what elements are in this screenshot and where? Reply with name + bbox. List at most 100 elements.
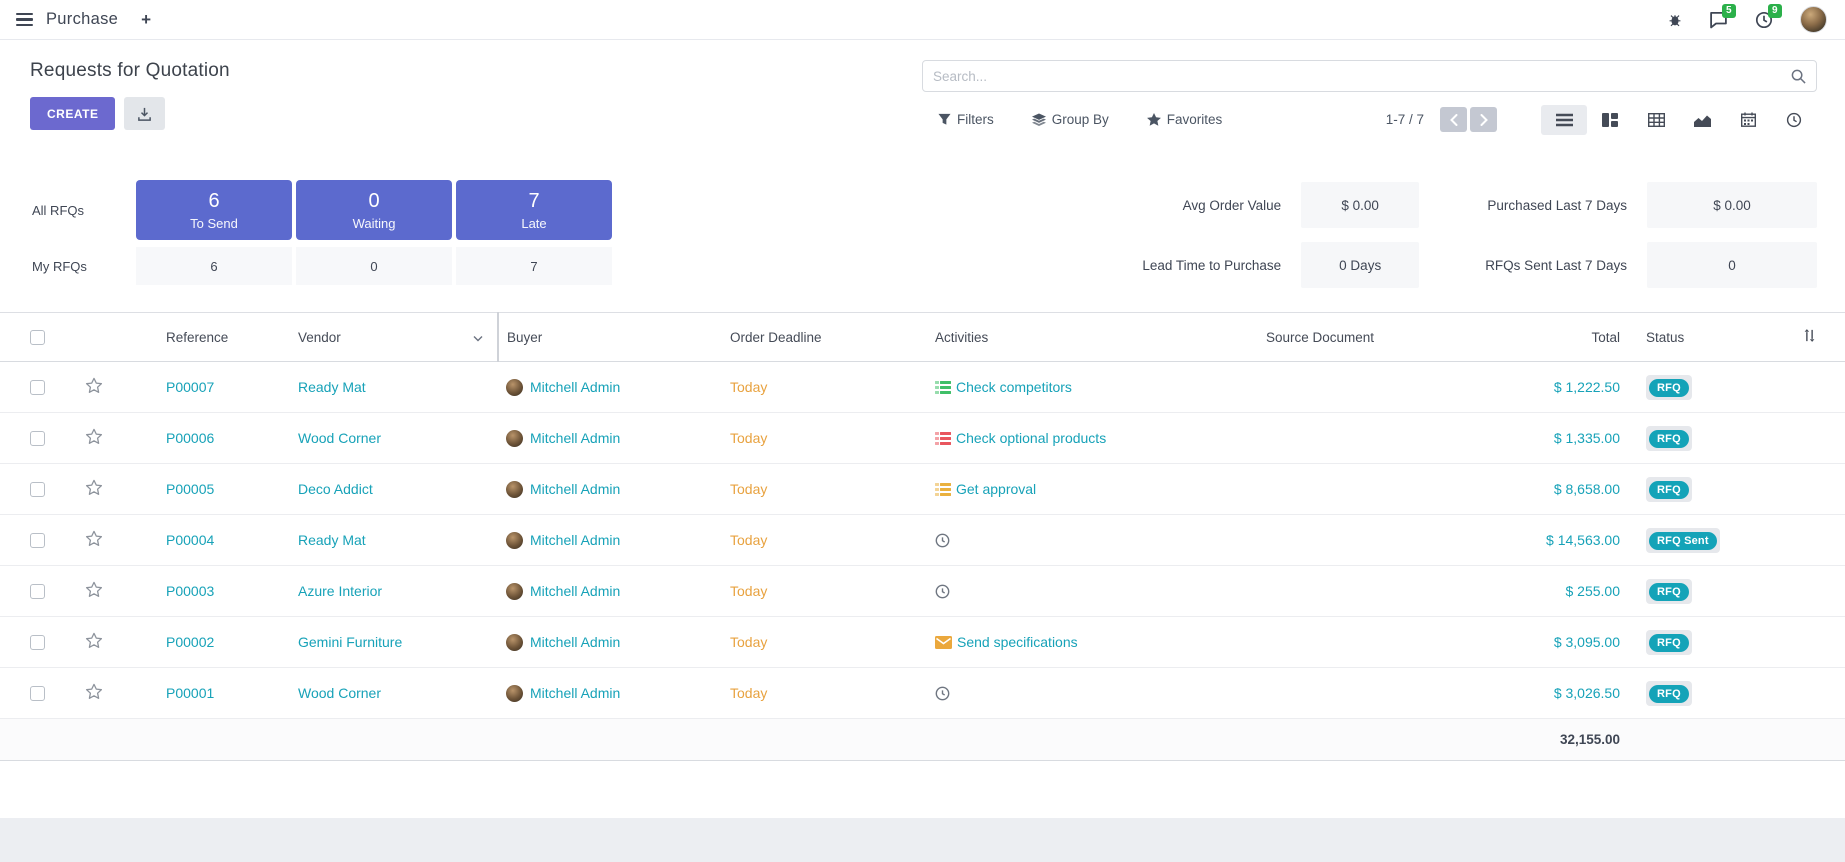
buyer-link[interactable]: Mitchell Admin	[530, 634, 620, 650]
graph-view-button[interactable]	[1679, 105, 1725, 135]
row-checkbox[interactable]	[30, 584, 45, 599]
vendor-link[interactable]: Deco Addict	[298, 481, 373, 497]
my-late-cell[interactable]: 7	[456, 247, 612, 285]
status-badge-bg: RFQ	[1646, 426, 1692, 451]
reference-link[interactable]: P00005	[166, 481, 214, 497]
row-checkbox[interactable]	[30, 431, 45, 446]
vendor-link[interactable]: Wood Corner	[298, 430, 381, 446]
status-badge: RFQ	[1649, 481, 1689, 499]
header-status[interactable]: Status	[1644, 313, 1779, 362]
pager-previous-button[interactable]	[1440, 107, 1467, 132]
favorite-star-icon[interactable]	[85, 632, 103, 649]
activity-todo-icon[interactable]	[935, 483, 951, 496]
reference-link[interactable]: P00003	[166, 583, 214, 599]
row-checkbox[interactable]	[30, 533, 45, 548]
apps-menu-icon[interactable]	[16, 13, 33, 27]
buyer-link[interactable]: Mitchell Admin	[530, 532, 620, 548]
row-checkbox[interactable]	[30, 686, 45, 701]
activity-link[interactable]: Check optional products	[956, 430, 1106, 446]
vendor-link[interactable]: Ready Mat	[298, 532, 366, 548]
row-checkbox[interactable]	[30, 380, 45, 395]
buyer-link[interactable]: Mitchell Admin	[530, 379, 620, 395]
app-title[interactable]: Purchase	[46, 10, 118, 29]
all-rfqs-label: All RFQs	[32, 203, 132, 218]
favorite-star-icon[interactable]	[85, 530, 103, 547]
buyer-link[interactable]: Mitchell Admin	[530, 430, 620, 446]
my-waiting-cell[interactable]: 0	[296, 247, 452, 285]
reference-link[interactable]: P00002	[166, 634, 214, 650]
favorites-menu[interactable]: Favorites	[1147, 112, 1223, 127]
activity-todo-icon[interactable]	[935, 432, 951, 445]
header-order-deadline[interactable]: Order Deadline	[728, 313, 934, 362]
vendor-link[interactable]: Gemini Furniture	[298, 634, 402, 650]
export-button[interactable]	[124, 97, 165, 130]
order-deadline-value: Today	[730, 532, 767, 548]
my-to-send-cell[interactable]: 6	[136, 247, 292, 285]
select-all-checkbox[interactable]	[30, 330, 45, 345]
header-reference[interactable]: Reference	[128, 313, 268, 362]
filters-label: Filters	[957, 112, 994, 127]
rfq-counters: All RFQs 6 To Send 0 Waiting 7 Late My R…	[32, 180, 612, 285]
header-source-document[interactable]: Source Document	[1264, 313, 1504, 362]
activity-todo-icon[interactable]	[935, 381, 951, 394]
activity-email-icon[interactable]	[935, 636, 952, 649]
favorite-star-icon[interactable]	[85, 377, 103, 394]
filters-menu[interactable]: Filters	[938, 112, 994, 127]
favorite-star-icon[interactable]	[85, 683, 103, 700]
favorite-star-icon[interactable]	[85, 428, 103, 445]
reference-link[interactable]: P00007	[166, 379, 214, 395]
group-by-menu[interactable]: Group By	[1032, 112, 1109, 127]
header-vendor[interactable]: Vendor	[268, 313, 498, 362]
late-filter-button[interactable]: 7 Late	[456, 180, 612, 240]
table-row[interactable]: P00003 Azure Interior Mitchell Admin Tod…	[0, 566, 1845, 617]
reference-link[interactable]: P00004	[166, 532, 214, 548]
pager-next-button[interactable]	[1470, 107, 1497, 132]
activity-view-button[interactable]	[1771, 105, 1817, 135]
header-vendor-label: Vendor	[298, 330, 341, 345]
search-icon[interactable]	[1791, 69, 1806, 84]
table-row[interactable]: P00001 Wood Corner Mitchell Admin Today …	[0, 668, 1845, 719]
vendor-link[interactable]: Wood Corner	[298, 685, 381, 701]
table-row[interactable]: P00004 Ready Mat Mitchell Admin Today $ …	[0, 515, 1845, 566]
calendar-view-button[interactable]	[1725, 105, 1771, 135]
bug-icon[interactable]	[1668, 12, 1682, 27]
buyer-link[interactable]: Mitchell Admin	[530, 583, 620, 599]
user-avatar[interactable]	[1800, 6, 1827, 33]
activity-clock-icon[interactable]	[935, 533, 950, 548]
table-row[interactable]: P00002 Gemini Furniture Mitchell Admin T…	[0, 617, 1845, 668]
row-checkbox[interactable]	[30, 635, 45, 650]
table-row[interactable]: P00007 Ready Mat Mitchell Admin Today Ch…	[0, 362, 1845, 413]
messages-bubble-icon[interactable]: 5	[1709, 11, 1728, 29]
favorite-star-icon[interactable]	[85, 479, 103, 496]
buyer-link[interactable]: Mitchell Admin	[530, 481, 620, 497]
search-options-row: Filters Group By Favorites 1-7 / 7	[922, 103, 1817, 136]
activity-clock-icon[interactable]	[935, 584, 950, 599]
activity-link[interactable]: Get approval	[956, 481, 1036, 497]
header-activities[interactable]: Activities	[934, 313, 1264, 362]
buyer-avatar	[506, 379, 523, 396]
list-view-button[interactable]	[1541, 105, 1587, 135]
header-buyer[interactable]: Buyer	[498, 313, 728, 362]
reference-link[interactable]: P00006	[166, 430, 214, 446]
activity-clock-icon[interactable]: 9	[1755, 11, 1773, 29]
vendor-link[interactable]: Azure Interior	[298, 583, 382, 599]
to-send-filter-button[interactable]: 6 To Send	[136, 180, 292, 240]
waiting-filter-button[interactable]: 0 Waiting	[296, 180, 452, 240]
header-total[interactable]: Total	[1504, 313, 1644, 362]
favorite-star-icon[interactable]	[85, 581, 103, 598]
kanban-view-button[interactable]	[1587, 105, 1633, 135]
pivot-view-button[interactable]	[1633, 105, 1679, 135]
row-checkbox[interactable]	[30, 482, 45, 497]
create-button[interactable]: CREATE	[30, 97, 115, 130]
search-input[interactable]	[933, 69, 1791, 84]
activity-clock-icon[interactable]	[935, 686, 950, 701]
table-row[interactable]: P00005 Deco Addict Mitchell Admin Today …	[0, 464, 1845, 515]
new-tab-button[interactable]: +	[141, 10, 151, 30]
table-row[interactable]: P00006 Wood Corner Mitchell Admin Today …	[0, 413, 1845, 464]
buyer-link[interactable]: Mitchell Admin	[530, 685, 620, 701]
activity-link[interactable]: Check competitors	[956, 379, 1072, 395]
vendor-link[interactable]: Ready Mat	[298, 379, 366, 395]
reference-link[interactable]: P00001	[166, 685, 214, 701]
header-settings[interactable]	[1779, 313, 1845, 362]
activity-link[interactable]: Send specifications	[957, 634, 1078, 650]
